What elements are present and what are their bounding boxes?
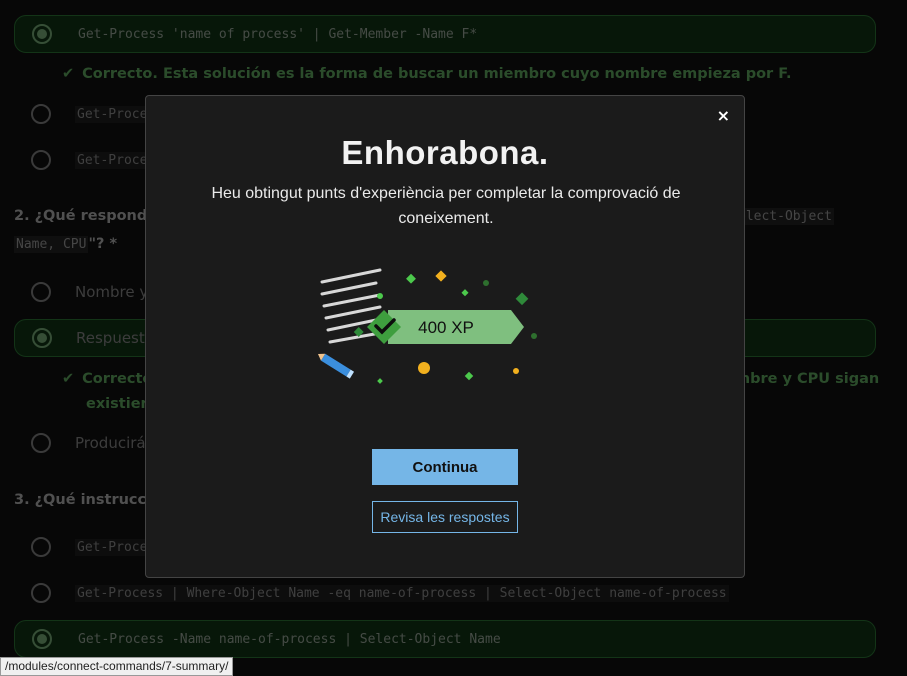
review-answers-button[interactable]: Revisa les respostes — [372, 501, 518, 533]
pencil-icon — [318, 353, 355, 379]
xp-badge-label: 400 XP — [418, 318, 474, 337]
status-bar-url: /modules/connect-commands/7-summary/ — [0, 657, 234, 676]
xp-celebration-illustration: 400 XP — [318, 268, 537, 384]
congratulations-dialog: × Enhorabona. Heu obtingut punts d'exper… — [145, 95, 745, 578]
continue-button[interactable]: Continua — [372, 449, 518, 485]
dialog-title: Enhorabona. — [341, 134, 549, 171]
dialog-subtitle: Heu obtingut punts d'experiència per com… — [211, 185, 681, 227]
xp-badge: 400 XP — [367, 310, 524, 344]
close-icon[interactable]: × — [717, 106, 730, 125]
